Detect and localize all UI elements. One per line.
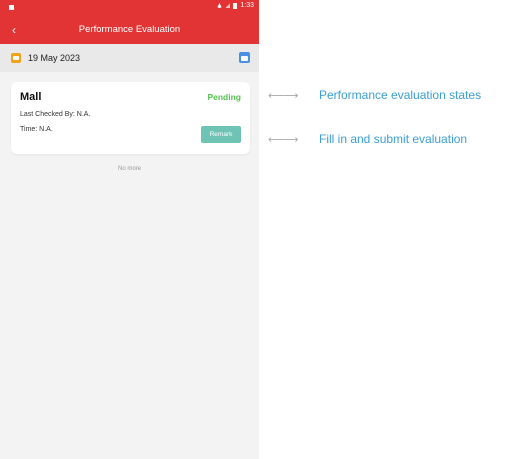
- annotation-submit: ⟵⟶ Fill in and submit evaluation: [268, 132, 467, 146]
- list-end-text: No more: [117, 166, 141, 172]
- notification-icon: [9, 5, 14, 10]
- annotation-text: Fill in and submit evaluation: [319, 132, 468, 146]
- calendar-picker-icon[interactable]: [239, 52, 250, 63]
- annotation-states: ⟵⟶ Performance evaluation states: [268, 88, 481, 102]
- phone-screen: 1:33 ‹ Performance Evaluation 19 May 202…: [0, 0, 259, 459]
- calendar-icon: [11, 53, 21, 63]
- battery-icon: [233, 2, 238, 9]
- double-arrow-icon: ⟵⟶: [268, 89, 299, 102]
- app-bar: 1:33 ‹ Performance Evaluation: [0, 0, 259, 44]
- double-arrow-icon: ⟵⟶: [268, 133, 299, 146]
- page-title: Performance Evaluation: [78, 24, 181, 35]
- last-checked-text: Last Checked By: N.A.: [20, 111, 91, 118]
- evaluation-card[interactable]: Mall Pending Last Checked By: N.A. Time:…: [11, 82, 250, 154]
- status-badge: Pending: [207, 92, 241, 102]
- time-text: Time: N.A.: [20, 126, 53, 133]
- annotation-text: Performance evaluation states: [319, 88, 482, 102]
- status-icons: 1:33: [217, 2, 254, 9]
- date-bar: 19 May 2023: [0, 44, 259, 72]
- signal-icon: [225, 3, 231, 8]
- wifi-icon: [217, 3, 222, 8]
- status-bar: 1:33: [0, 0, 259, 14]
- remark-button[interactable]: Remark: [201, 126, 241, 143]
- card-title: Mall: [20, 91, 42, 103]
- selected-date: 19 May 2023: [28, 53, 81, 63]
- status-time: 1:33: [240, 2, 254, 9]
